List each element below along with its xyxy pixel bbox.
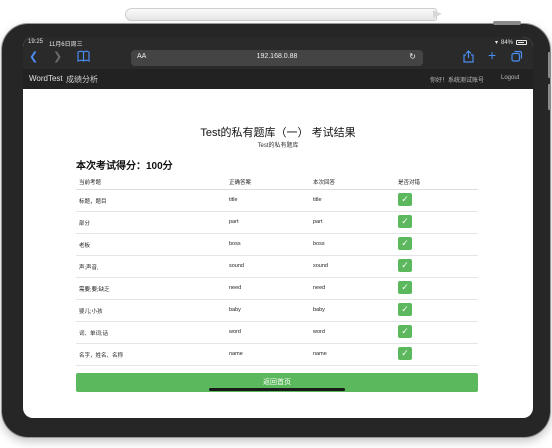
table-row: 声;声音, sound sound ✓	[76, 256, 478, 278]
answer-cell: title	[229, 197, 238, 203]
status-time: 19:25	[28, 39, 44, 45]
safari-toolbar: ❮ ❯ AA 192.168.0.88 ↻ +	[23, 47, 533, 69]
response-cell: title	[313, 197, 322, 203]
answer-cell: need	[229, 285, 242, 291]
plus-icon[interactable]: +	[488, 48, 496, 62]
table-row: 标题，题目 title title ✓	[76, 190, 478, 212]
url-text: 192.168.0.88	[256, 53, 298, 60]
volume-up-button	[548, 52, 551, 78]
user-greeting: 你好！系统测试账号	[430, 78, 485, 84]
ipad-screen: 19:25 11月6日周三 ▾ 84% ❮ ❯ AA 192.168.0.88 …	[23, 37, 533, 418]
check-icon: ✓	[398, 303, 412, 316]
question-cell: 需要;要;缺乏	[79, 287, 110, 293]
logout-link[interactable]: Logout	[501, 75, 519, 81]
check-icon: ✓	[398, 347, 412, 360]
response-cell: sound	[313, 263, 328, 269]
site-brand[interactable]: WordTest	[29, 74, 63, 83]
response-cell: name	[313, 351, 327, 357]
wifi-icon: ▾	[494, 40, 498, 46]
response-cell: boss	[313, 241, 325, 247]
battery-icon	[516, 40, 527, 45]
share-icon[interactable]	[463, 50, 474, 67]
answer-cell: part	[229, 219, 239, 225]
book-icon[interactable]	[77, 50, 90, 66]
question-cell: 词、单词;话	[79, 331, 109, 337]
apple-pencil-tip	[433, 10, 442, 18]
home-indicator	[209, 388, 345, 391]
question-cell: 名字，姓名、名称	[79, 353, 124, 359]
table-row: 名字，姓名、名称 name name ✓	[76, 344, 478, 366]
answer-cell: name	[229, 351, 243, 357]
table-header: 当前考题 正确答案 本次回答 是否对错	[76, 175, 478, 190]
table-row: 词、单词;话 word word ✓	[76, 322, 478, 344]
nav-score-analysis[interactable]: 成绩分析	[66, 74, 98, 85]
table-row: 老板 boss boss ✓	[76, 234, 478, 256]
response-cell: baby	[313, 307, 325, 313]
apple-pencil	[125, 8, 437, 21]
check-icon: ✓	[398, 193, 412, 206]
header-is-correct: 是否对错	[398, 180, 421, 186]
tabs-icon[interactable]	[511, 50, 523, 66]
chevron-right-icon[interactable]: ❯	[53, 50, 62, 64]
battery-percent: 84%	[500, 39, 513, 46]
table-row: 需要;要;缺乏 need need ✓	[76, 278, 478, 300]
question-cell: 部分	[79, 221, 91, 227]
response-cell: need	[313, 285, 326, 291]
reload-icon[interactable]: ↻	[409, 52, 416, 61]
table-row: 婴儿;小孩 baby baby ✓	[76, 300, 478, 322]
answer-cell: sound	[229, 263, 244, 269]
top-button	[493, 21, 521, 25]
table-row: 部分 part part ✓	[76, 212, 478, 234]
check-icon: ✓	[398, 281, 412, 294]
answer-cell: word	[229, 329, 241, 335]
header-correct-answer: 正确答案	[229, 180, 252, 186]
page-subtitle: Test的私有题库	[257, 143, 299, 149]
status-bar: 19:25 11月6日周三 ▾ 84%	[23, 37, 533, 48]
question-cell: 声;声音,	[79, 265, 99, 271]
check-icon: ✓	[398, 237, 412, 250]
question-cell: 老板	[79, 243, 91, 249]
response-cell: part	[313, 219, 323, 225]
answer-cell: boss	[229, 241, 241, 247]
volume-down-button	[548, 84, 551, 110]
header-response: 本次回答	[313, 180, 336, 186]
response-cell: word	[313, 329, 325, 335]
question-cell: 婴儿;小孩	[79, 309, 103, 315]
header-question: 当前考题	[79, 180, 102, 186]
question-cell: 标题，题目	[79, 199, 107, 205]
page-title: Test的私有题库（一） 考试结果	[200, 127, 356, 139]
check-icon: ✓	[398, 215, 412, 228]
chevron-left-icon[interactable]: ❮	[29, 50, 38, 64]
site-navbar: WordTest 成绩分析 你好！系统测试账号 Logout	[23, 69, 533, 89]
address-bar[interactable]: AA 192.168.0.88 ↻	[131, 50, 423, 66]
score-heading: 本次考试得分：100分	[76, 161, 173, 172]
status-right: ▾ 84%	[495, 39, 527, 46]
check-icon: ✓	[398, 259, 412, 272]
results-table: 当前考题 正确答案 本次回答 是否对错 标题，题目 title title ✓ …	[76, 175, 478, 366]
check-icon: ✓	[398, 325, 412, 338]
answer-cell: baby	[229, 307, 241, 313]
